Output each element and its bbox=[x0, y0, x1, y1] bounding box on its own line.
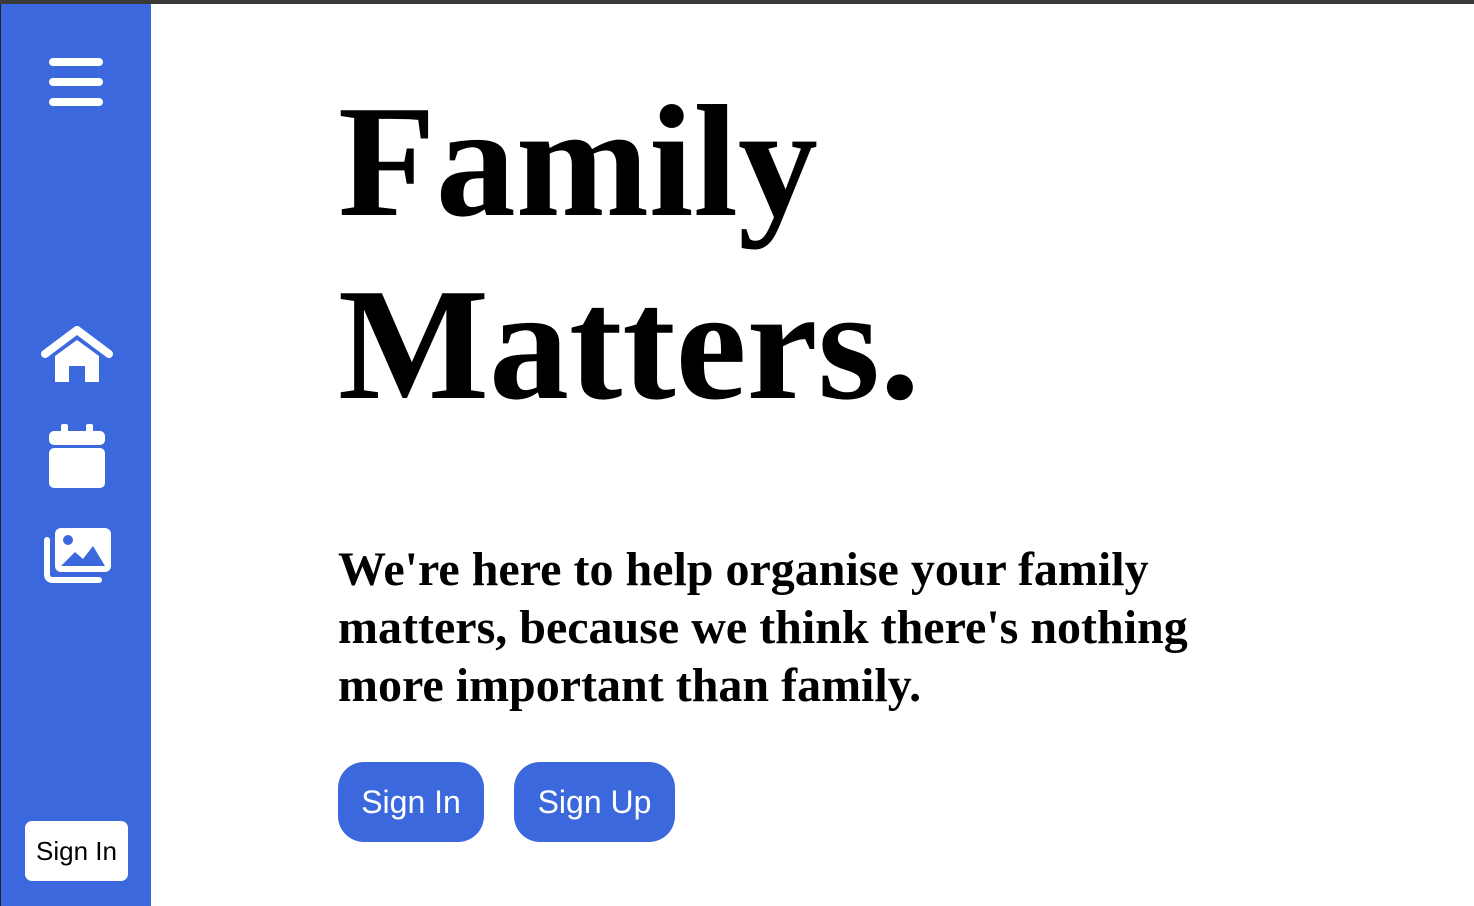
home-icon[interactable] bbox=[41, 326, 113, 386]
signin-button[interactable]: Sign In bbox=[338, 762, 484, 842]
sidebar: Sign In bbox=[1, 4, 151, 906]
hero-title: Family Matters. bbox=[338, 70, 1238, 436]
hero-tagline: We're here to help organise your family … bbox=[338, 543, 1188, 712]
hero-title-line2: Matters. bbox=[338, 255, 920, 433]
window-top-border bbox=[0, 0, 1474, 4]
menu-icon[interactable] bbox=[49, 58, 103, 108]
calendar-icon[interactable] bbox=[49, 424, 105, 488]
sidebar-signin-button[interactable]: Sign In bbox=[25, 821, 128, 881]
gallery-icon[interactable] bbox=[41, 526, 113, 586]
signup-button[interactable]: Sign Up bbox=[514, 762, 675, 842]
hero-title-line1: Family bbox=[338, 72, 818, 250]
